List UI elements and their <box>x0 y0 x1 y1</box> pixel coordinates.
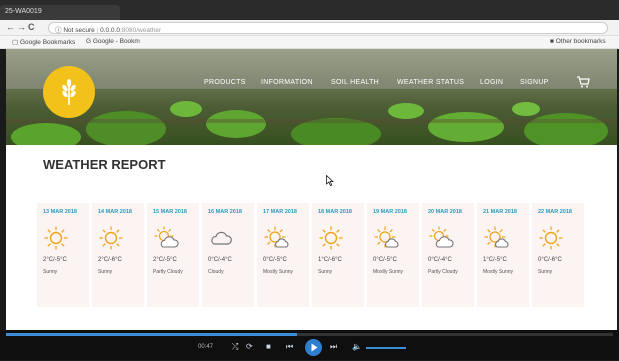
forecast-card: 18 MAR 2018 1°C/-6°C Sunny <box>312 203 364 307</box>
volume-slider[interactable] <box>366 347 406 349</box>
crop-field-image <box>6 101 617 145</box>
browser-tab[interactable]: 25-WA0019 <box>0 5 120 20</box>
address-bar[interactable]: ⓘ Not secure | 0.0.0.0:8080/weather <box>48 22 608 34</box>
forecast-condition: Sunny <box>318 269 333 275</box>
forecast-cards: 13 MAR 2018 2°C/-5°C Sunny 14 MAR 2018 2°C/-… <box>37 203 585 307</box>
cloudy-icon <box>211 231 232 245</box>
forecast-temp: 1°C/-5°C <box>483 257 507 263</box>
mostly-sunny-icon <box>484 226 509 248</box>
main-content: WEATHER REPORT 13 MAR 2018 2°C/-5°C Sunny 1… <box>6 145 617 330</box>
url-host: 0.0.0.0 <box>100 27 120 34</box>
forecast-date: 13 MAR 2018 <box>43 209 77 215</box>
forecast-temp: 0°C/-4°C <box>428 257 452 263</box>
sunny-icon <box>319 226 343 250</box>
url-path: :8080/weather <box>119 27 162 34</box>
forecast-date: 17 MAR 2018 <box>263 209 297 215</box>
nav-information[interactable]: INFORMATION <box>261 79 313 86</box>
forecast-card: 21 MAR 2018 1°C/-5°C Mostly Sunny <box>477 203 529 307</box>
forecast-condition: Sunny <box>43 269 58 275</box>
bookmark-item-google[interactable]: G Google - Bookm <box>86 38 140 45</box>
browser-tab-bar: 25-WA0019 <box>0 0 619 20</box>
forecast-card: 16 MAR 2018 0°C/-4°C Cloudy <box>202 203 254 307</box>
forecast-date: 15 MAR 2018 <box>153 209 187 215</box>
forecast-condition: Partly Cloudy <box>153 269 183 275</box>
forecast-card: 22 MAR 2018 0°C/-6°C Sunny <box>532 203 584 307</box>
page-title: WEATHER REPORT <box>43 157 166 172</box>
back-icon[interactable]: ← <box>6 22 15 32</box>
google-icon: G <box>86 38 93 45</box>
sunny-icon <box>44 226 68 250</box>
brand-logo[interactable] <box>43 66 95 118</box>
forecast-date: 18 MAR 2018 <box>318 209 352 215</box>
nav-login[interactable]: LOGIN <box>480 79 503 86</box>
forecast-date: 16 MAR 2018 <box>208 209 242 215</box>
forecast-condition: Sunny <box>98 269 113 275</box>
mostly-sunny-icon <box>264 226 289 248</box>
forecast-date: 20 MAR 2018 <box>428 209 462 215</box>
forecast-card: 20 MAR 2018 0°C/-4°C Partly Cloudy <box>422 203 474 307</box>
mouse-cursor-icon <box>326 175 334 186</box>
forward-icon[interactable]: → <box>17 22 26 32</box>
seek-bar[interactable] <box>6 333 613 336</box>
next-icon[interactable]: ⏭ <box>330 342 337 352</box>
forecast-date: 22 MAR 2018 <box>538 209 572 215</box>
partly-cloudy-icon <box>154 226 179 248</box>
forecast-card: 17 MAR 2018 0°C/-5°C Mostly Sunny <box>257 203 309 307</box>
forecast-temp: 2°C/-6°C <box>98 257 122 263</box>
other-bookmarks[interactable]: ■ Other bookmarks <box>550 38 606 45</box>
previous-icon[interactable]: ⏮ <box>286 342 293 352</box>
play-button[interactable] <box>305 339 322 356</box>
bookmark-item-google-bookmarks[interactable]: ▢ Google Bookmarks <box>12 38 75 46</box>
forecast-condition: Cloudy <box>208 269 224 275</box>
nav-soil-health[interactable]: SOIL HEALTH <box>331 79 379 86</box>
forecast-condition: Partly Cloudy <box>428 269 458 275</box>
forecast-condition: Mostly Sunny <box>483 269 514 275</box>
seek-progress <box>6 333 298 336</box>
forecast-card: 19 MAR 2018 0°C/-5°C Mostly Sunny <box>367 203 419 307</box>
forecast-card: 13 MAR 2018 2°C/-5°C Sunny <box>37 203 89 307</box>
media-player-bar: 00:47 ⤮ ⟳ ■ ⏮ ⏭ 🔈 <box>0 330 619 360</box>
forecast-date: 21 MAR 2018 <box>483 209 517 215</box>
forecast-temp: 0°C/-4°C <box>208 257 232 263</box>
bookmarks-bar: ▢ Google Bookmarks G Google - Bookm ■ Ot… <box>0 36 619 49</box>
forecast-temp: 2°C/-5°C <box>43 257 67 263</box>
forecast-temp: 0°C/-5°C <box>373 257 397 263</box>
shuffle-icon[interactable]: ⤮ <box>232 342 238 352</box>
cart-icon[interactable] <box>576 76 590 88</box>
forecast-card: 14 MAR 2018 2°C/-6°C Sunny <box>92 203 144 307</box>
hero-header: PRODUCTS INFORMATION SOIL HEALTH WEATHER… <box>6 49 617 145</box>
bookmark-icon: ▢ <box>12 39 20 46</box>
bookmark-label: Google Bookmarks <box>19 39 76 46</box>
partly-cloudy-icon <box>429 226 454 248</box>
forecast-card: 15 MAR 2018 2°C/-5°C Partly Cloudy <box>147 203 199 307</box>
bookmark-label: Google - Bookm <box>92 38 140 45</box>
forecast-date: 14 MAR 2018 <box>98 209 132 215</box>
forecast-temp: 0°C/-5°C <box>263 257 287 263</box>
mostly-sunny-icon <box>374 226 399 248</box>
screen: 25-WA0019 ← → C ⓘ Not secure | 0.0.0.0:8… <box>0 0 619 360</box>
sunny-icon <box>99 226 123 250</box>
other-bookmarks-label: Other bookmarks <box>555 38 606 45</box>
reload-icon[interactable]: C <box>28 22 35 32</box>
forecast-temp: 1°C/-6°C <box>318 257 342 263</box>
repeat-icon[interactable]: ⟳ <box>246 342 253 351</box>
forecast-date: 19 MAR 2018 <box>373 209 407 215</box>
forecast-temp: 2°C/-5°C <box>153 257 177 263</box>
forecast-condition: Mostly Sunny <box>373 269 404 275</box>
nav-products[interactable]: PRODUCTS <box>204 79 246 86</box>
play-icon <box>311 343 318 352</box>
browser-toolbar: ← → C ⓘ Not secure | 0.0.0.0:8080/weathe… <box>0 20 619 36</box>
playback-time: 00:47 <box>198 344 214 350</box>
wheat-icon <box>62 79 76 105</box>
stop-icon[interactable]: ■ <box>266 342 271 351</box>
not-secure-label: Not secure <box>63 27 95 34</box>
forecast-temp: 0°C/-6°C <box>538 257 562 263</box>
volume-icon[interactable]: 🔈 <box>352 342 362 351</box>
sunny-icon <box>539 226 563 250</box>
tab-title: 25-WA0019 <box>5 8 42 15</box>
nav-weather-status[interactable]: WEATHER STATUS <box>397 79 464 86</box>
forecast-condition: Mostly Sunny <box>263 269 294 275</box>
nav-signup[interactable]: SIGNUP <box>520 79 549 86</box>
forecast-condition: Sunny <box>538 269 553 275</box>
